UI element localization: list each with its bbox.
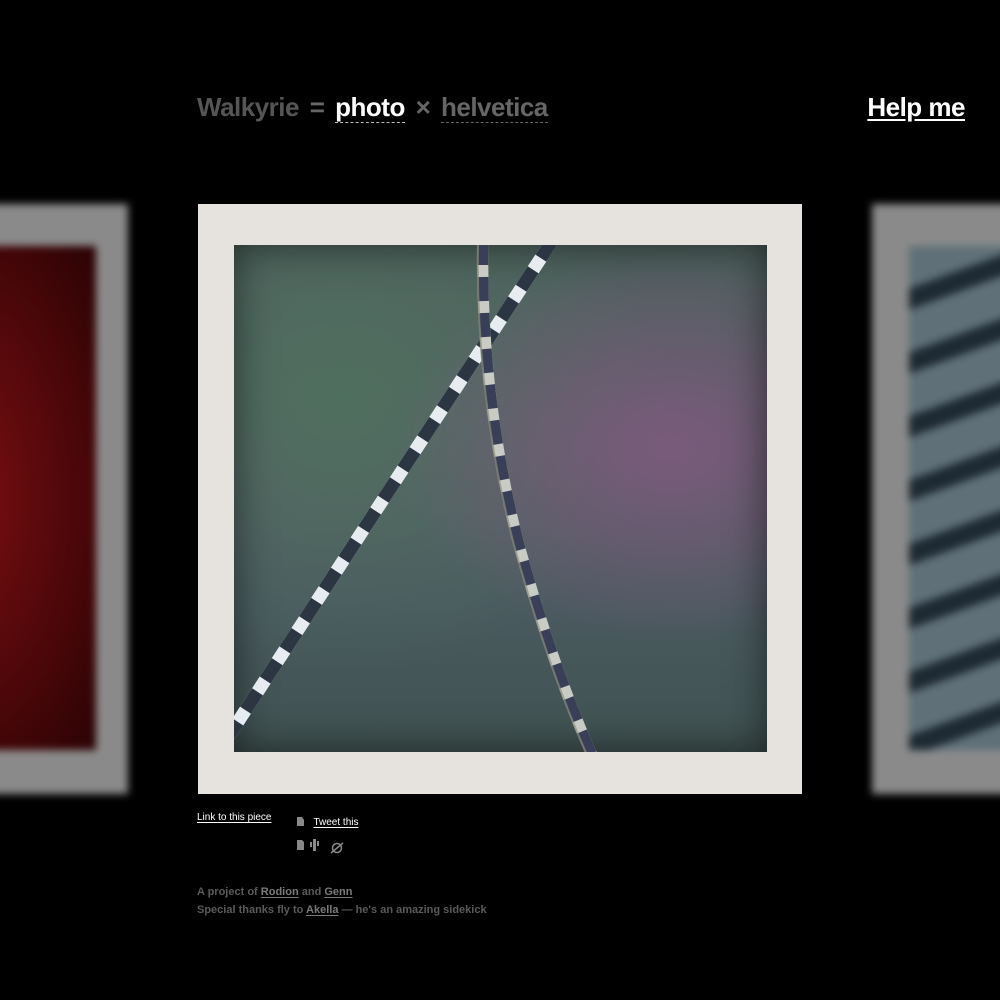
striped-wires-illustration <box>234 245 597 752</box>
site-title: Walkyrie = photo × helvetica <box>197 92 548 123</box>
equals-sign: = <box>309 92 325 122</box>
thanks-suffix: — he's an amazing sidekick <box>341 904 487 916</box>
credits-prefix: A project of <box>197 886 258 898</box>
author-link-genn[interactable]: Genn <box>324 886 352 898</box>
help-link[interactable]: Help me <box>867 92 965 123</box>
no-link-icon[interactable] <box>330 842 344 854</box>
document-icon <box>297 817 304 826</box>
helper-link-akella[interactable]: Akella <box>306 904 338 916</box>
page: Walkyrie = photo × helvetica Help me Lin… <box>0 0 1000 1000</box>
author-link-rodion[interactable]: Rodion <box>261 886 299 898</box>
previous-photo-image <box>0 246 96 750</box>
current-photo-frame <box>198 204 802 794</box>
credits-line-2: Special thanks fly to Akella — he's an a… <box>197 901 487 919</box>
thanks-prefix: Special thanks fly to <box>197 904 304 916</box>
credits-line-1: A project of Rodion and Genn <box>197 883 487 901</box>
photo-mode-link[interactable]: photo <box>335 92 405 123</box>
next-photo-image <box>909 246 1000 750</box>
helvetica-mode-link[interactable]: helvetica <box>440 92 548 123</box>
previous-photo[interactable] <box>0 204 128 794</box>
brand-name: Walkyrie <box>197 92 299 122</box>
tweet-this-link[interactable]: Tweet this <box>313 817 358 828</box>
credits-and: and <box>301 886 322 898</box>
link-to-piece[interactable]: Link to this piece <box>197 812 272 823</box>
credits: A project of Rodion and Genn Special tha… <box>197 883 487 919</box>
tweet-action: Tweet this <box>297 812 358 830</box>
action-icons <box>296 839 356 855</box>
cactus-icon[interactable] <box>310 839 319 851</box>
document-icon[interactable] <box>297 840 304 850</box>
times-sign: × <box>415 92 431 122</box>
next-photo[interactable] <box>872 204 1000 794</box>
current-photo <box>234 245 767 752</box>
